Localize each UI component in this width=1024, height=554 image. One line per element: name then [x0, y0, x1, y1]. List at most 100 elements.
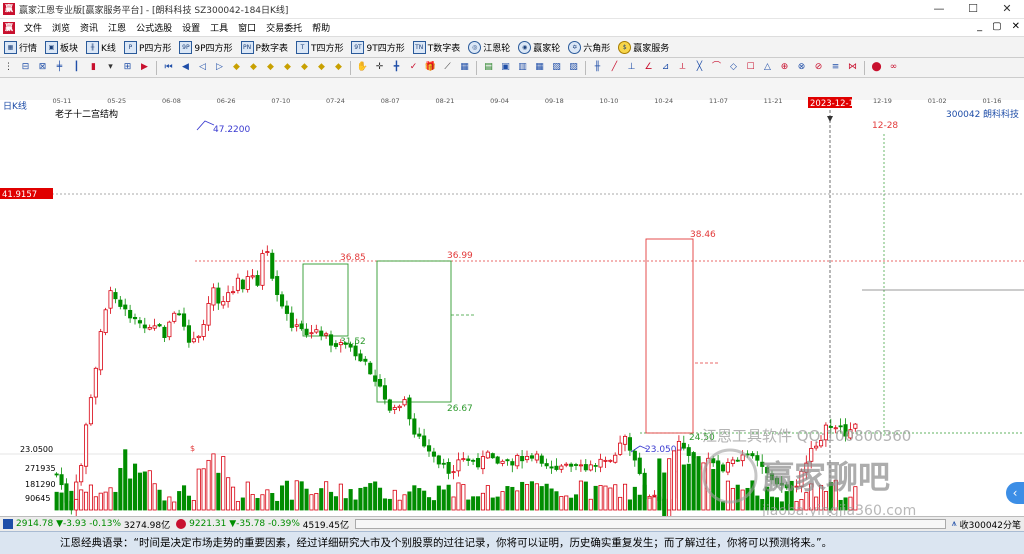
toolbar-service-button[interactable]: $ 赢家服务 — [614, 37, 673, 57]
status-right[interactable]: ⩚ 收300042分笔 — [949, 518, 1024, 531]
sh-index-segment[interactable]: 2914.78 ▼-3.93 -0.13% 3274.98亿 — [0, 518, 173, 531]
toolbar-winner-wheel-button[interactable]: ◉ 赢家轮 — [514, 37, 564, 57]
separator — [476, 60, 477, 75]
play-right-icon[interactable]: ▷ — [213, 61, 226, 74]
tool-m-icon[interactable]: ⊗ — [795, 61, 808, 74]
candle-body — [574, 464, 579, 466]
cross-icon[interactable]: ✛ — [373, 61, 386, 74]
menu-help[interactable]: 帮助 — [307, 21, 335, 34]
toolbar-t-square-button[interactable]: T T四方形 — [292, 37, 348, 57]
tool-k-icon[interactable]: △ — [761, 61, 774, 74]
chart-menu-icon[interactable]: ⊟ — [19, 61, 32, 74]
menu-gann[interactable]: 江恩 — [103, 21, 131, 34]
hexagon-icon: ✡ — [568, 40, 582, 54]
toolbar-t-number-button[interactable]: TN T数字表 — [409, 37, 465, 57]
child-close-button[interactable]: ✕ — [1012, 21, 1020, 32]
side-panel-toggle-button[interactable]: ‹ — [1006, 482, 1024, 504]
dropdown-icon[interactable]: ▾ — [104, 61, 117, 74]
sheet-icon[interactable]: ▤ — [482, 61, 495, 74]
line-tool-icon[interactable]: ╋ — [390, 61, 403, 74]
save-icon[interactable]: ▣ — [499, 61, 512, 74]
menu-browse[interactable]: 浏览 — [47, 21, 75, 34]
box3-top-label: 38.46 — [690, 230, 716, 240]
kline-chart-area[interactable]: 05-11 05-25 06-08 06-26 07-10 07-24 08-07 08-21… — [0, 78, 1024, 526]
volume-bar — [103, 491, 108, 511]
toolbar-9p-square-button[interactable]: 9P 9P四方形 — [175, 37, 236, 57]
close-button[interactable]: ✕ — [990, 0, 1024, 18]
tool-i-icon[interactable]: ◇ — [727, 61, 740, 74]
tool-h-icon[interactable]: ⌒ — [710, 61, 723, 74]
export-icon[interactable]: ▧ — [550, 61, 563, 74]
dollar-icon: $ — [618, 40, 632, 54]
candle-body — [181, 313, 187, 327]
diamond-5-icon[interactable]: ◆ — [298, 61, 311, 74]
toolbar-kline-button[interactable]: ╫ K线 — [82, 37, 120, 57]
menu-trade[interactable]: 交易委托 — [261, 21, 307, 34]
diamond-7-icon[interactable]: ◆ — [332, 61, 345, 74]
play-left-icon[interactable]: ◁ — [196, 61, 209, 74]
maximize-button[interactable]: ☐ — [956, 0, 990, 18]
first-icon[interactable]: ⏮ — [162, 61, 175, 74]
candle-body — [201, 324, 206, 337]
prev-icon[interactable]: ◀ — [179, 61, 192, 74]
toolbar-blocks-button[interactable]: ▣ 板块 — [41, 37, 82, 57]
diamond-2-icon[interactable]: ◆ — [247, 61, 260, 74]
menu-tools[interactable]: 工具 — [205, 21, 233, 34]
child-minimize-button[interactable]: _ — [977, 21, 982, 32]
menu-news[interactable]: 资讯 — [75, 21, 103, 34]
menu-settings[interactable]: 设置 — [177, 21, 205, 34]
diamond-3-icon[interactable]: ◆ — [264, 61, 277, 74]
tool-n-icon[interactable]: ⊘ — [812, 61, 825, 74]
hand-icon[interactable]: ✋ — [356, 61, 369, 74]
low-label: 23.0500 — [645, 445, 682, 455]
print-icon[interactable]: ▥ — [516, 61, 529, 74]
tool-o-icon[interactable]: ≡ — [829, 61, 842, 74]
sz-index-pct: -0.39% — [268, 519, 300, 529]
zoom-icon[interactable]: ⊠ — [36, 61, 49, 74]
tool-g-icon[interactable]: ╳ — [693, 61, 706, 74]
toolbar-hexagon-button[interactable]: ✡ 六角形 — [564, 37, 614, 57]
kline-style-icon[interactable]: ╪ — [53, 61, 66, 74]
tool-b-icon[interactable]: ╱ — [608, 61, 621, 74]
tool-j-icon[interactable]: ☐ — [744, 61, 757, 74]
mark-icon[interactable]: ▶ — [138, 61, 151, 74]
diamond-6-icon[interactable]: ◆ — [315, 61, 328, 74]
volume-bar — [250, 494, 255, 511]
candle-style-icon[interactable]: ▮ — [87, 61, 100, 74]
grid-tool-icon[interactable]: ▦ — [458, 61, 471, 74]
menu-formula[interactable]: 公式选股 — [131, 21, 177, 34]
tool-c-icon[interactable]: ⊥ — [625, 61, 638, 74]
tool-a-icon[interactable]: ╫ — [591, 61, 604, 74]
child-restore-button[interactable]: ▢ — [992, 21, 1001, 32]
toolbar-quotes-button[interactable]: ▦ 行情 — [0, 37, 41, 57]
gift-icon[interactable]: 🎁 — [424, 61, 437, 74]
status-scrollbar[interactable] — [354, 519, 946, 529]
menu-file[interactable]: 文件 — [19, 21, 47, 34]
tool-f-icon[interactable]: ⟂ — [676, 61, 689, 74]
tool-e-icon[interactable]: ⊿ — [659, 61, 672, 74]
toolbar-gann-wheel-button[interactable]: ◎ 江恩轮 — [464, 37, 514, 57]
infinity-icon[interactable]: ∞ — [887, 61, 900, 74]
record-icon[interactable]: ⬤ — [870, 61, 883, 74]
gann-fan-icon[interactable]: ✓ — [407, 61, 420, 74]
kline-chart[interactable]: 05-11 05-25 06-08 06-26 07-10 07-24 08-07 08-21… — [0, 78, 1024, 526]
volume-bar — [387, 498, 392, 511]
tool-p-icon[interactable]: ⋈ — [846, 61, 859, 74]
minimize-button[interactable]: — — [922, 0, 956, 18]
toolbar-p-number-button[interactable]: PN P数字表 — [237, 37, 292, 57]
table-icon[interactable]: ▦ — [533, 61, 546, 74]
toolbar-9t-square-button[interactable]: 9T 9T四方形 — [347, 37, 408, 57]
tools-icon[interactable]: ▨ — [567, 61, 580, 74]
bar-style-icon[interactable]: ┃ — [70, 61, 83, 74]
volume-bar — [505, 486, 510, 511]
diamond-4-icon[interactable]: ◆ — [281, 61, 294, 74]
candle-body — [211, 287, 216, 306]
ray-icon[interactable]: ⟋ — [441, 61, 454, 74]
toolbar-p-square-button[interactable]: P P四方形 — [120, 37, 175, 57]
menu-window[interactable]: 窗口 — [233, 21, 261, 34]
tool-l-icon[interactable]: ⊕ — [778, 61, 791, 74]
diamond-1-icon[interactable]: ◆ — [230, 61, 243, 74]
sz-index-segment[interactable]: 9221.31 ▼-35.78 -0.39% 4519.45亿 — [173, 518, 352, 531]
tool-d-icon[interactable]: ∠ — [642, 61, 655, 74]
indicator-icon[interactable]: ⊞ — [121, 61, 134, 74]
